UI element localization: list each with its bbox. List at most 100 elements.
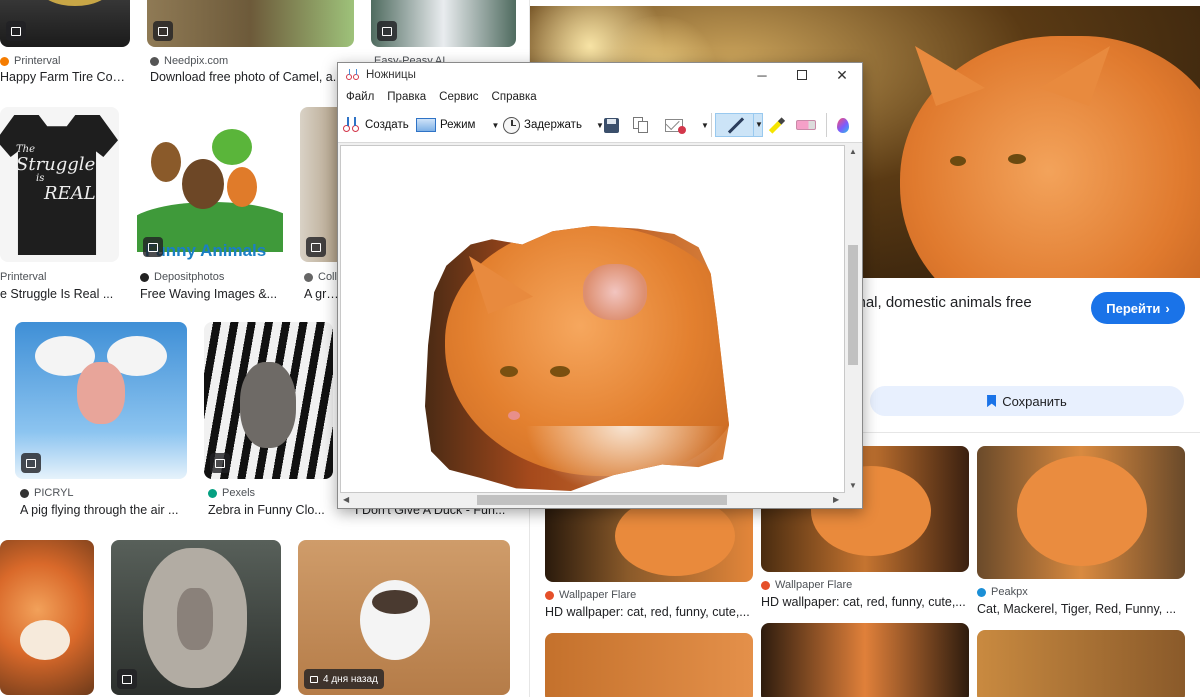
dropdown-arrow-icon: ▼ bbox=[755, 120, 763, 129]
related-image-4[interactable] bbox=[545, 633, 753, 697]
image-icon bbox=[21, 453, 41, 473]
image-result-funny-animals[interactable]: Funny Animals bbox=[137, 107, 283, 262]
result-caption[interactable]: e Struggle Is Real ... bbox=[0, 287, 118, 301]
copy-icon bbox=[633, 116, 648, 134]
result-source: Needpix.com bbox=[150, 55, 228, 67]
image-result-goat[interactable] bbox=[371, 0, 516, 47]
minimize-button[interactable]: ─ bbox=[743, 63, 781, 87]
result-caption[interactable]: A grou bbox=[304, 287, 340, 301]
horizontal-scrollbar[interactable]: ◀ ▶ bbox=[340, 493, 845, 507]
time-badge: 4 дня назад bbox=[304, 669, 384, 689]
image-icon bbox=[210, 453, 230, 473]
source-favicon-icon bbox=[304, 272, 313, 282]
scroll-up-icon[interactable]: ▲ bbox=[849, 147, 857, 156]
eraser-icon bbox=[796, 120, 816, 130]
image-icon bbox=[153, 21, 173, 41]
image-result-tire-cover[interactable] bbox=[0, 0, 130, 47]
eraser-button[interactable] bbox=[796, 113, 816, 137]
source-favicon-icon bbox=[977, 587, 986, 597]
delay-dropdown[interactable]: Задержать ▼ bbox=[503, 113, 604, 137]
image-result-tshirt[interactable]: The Struggle is REAL bbox=[0, 107, 119, 262]
highlighter-icon bbox=[768, 116, 786, 134]
source-favicon-icon bbox=[0, 56, 9, 66]
image-result-zebra[interactable] bbox=[204, 322, 333, 479]
window-title: Ножницы bbox=[366, 69, 416, 81]
related-image-5[interactable] bbox=[761, 623, 969, 697]
result-source: Wallpaper Flare bbox=[545, 589, 636, 601]
related-image-3[interactable] bbox=[977, 446, 1185, 579]
result-caption[interactable]: Cat, Mackerel, Tiger, Red, Funny, ... bbox=[977, 602, 1185, 616]
scrollbar-thumb[interactable] bbox=[848, 245, 858, 365]
menu-bar: Файл Правка Сервис Справка bbox=[338, 87, 862, 107]
close-button[interactable]: ✕ bbox=[823, 63, 861, 87]
save-snip-button[interactable] bbox=[604, 113, 619, 137]
image-result-flying-pig[interactable] bbox=[15, 322, 187, 479]
scroll-down-icon[interactable]: ▼ bbox=[849, 481, 857, 490]
maximize-icon bbox=[797, 70, 807, 80]
result-caption[interactable]: A pig flying through the air ... bbox=[20, 503, 186, 517]
result-caption[interactable]: HD wallpaper: cat, red, funny, cute,... bbox=[545, 605, 753, 619]
toolbar-separator bbox=[711, 113, 712, 137]
scrollbar-thumb[interactable] bbox=[477, 495, 727, 505]
chevron-right-icon: › bbox=[1165, 300, 1170, 316]
send-snip-button[interactable]: ▼ bbox=[665, 113, 709, 137]
vertical-scrollbar[interactable]: ▲ ▼ bbox=[845, 145, 861, 493]
image-icon bbox=[310, 675, 318, 683]
result-source: PICRYL bbox=[20, 487, 74, 499]
image-icon bbox=[6, 21, 26, 41]
funny-animals-text: Funny Animals bbox=[145, 241, 267, 260]
result-caption[interactable]: Happy Farm Tire Cov... bbox=[0, 70, 128, 84]
maximize-button[interactable] bbox=[783, 63, 821, 87]
result-source: Printerval bbox=[0, 55, 60, 67]
save-button[interactable]: Сохранить bbox=[870, 386, 1184, 416]
snipping-tool-window: Ножницы ─ ✕ Файл Правка Сервис Справка С… bbox=[337, 62, 863, 509]
scissors-icon bbox=[343, 117, 361, 133]
pen-tool-button[interactable]: ▼ bbox=[715, 113, 763, 137]
visit-button[interactable]: Перейти › bbox=[1091, 292, 1185, 324]
preview-title[interactable]: imal, domestic animals free bbox=[850, 294, 1032, 311]
tshirt-text: The Struggle is REAL bbox=[16, 144, 96, 204]
result-caption[interactable]: Free Waving Images &... bbox=[140, 287, 282, 301]
result-caption[interactable]: HD wallpaper: cat, red, funny, cute,... bbox=[761, 595, 969, 609]
result-source: Depositphotos bbox=[140, 271, 224, 283]
paint3d-button[interactable] bbox=[837, 113, 849, 137]
image-result-fox[interactable] bbox=[0, 540, 94, 695]
toolbar-separator bbox=[826, 113, 827, 137]
related-image-6[interactable] bbox=[977, 630, 1185, 697]
result-source: Peakpx bbox=[977, 586, 1028, 598]
menu-file[interactable]: Файл bbox=[346, 91, 374, 103]
new-snip-button[interactable]: Создать bbox=[343, 113, 409, 137]
dropdown-arrow-icon: ▼ bbox=[701, 120, 709, 130]
result-caption[interactable]: Download free photo of Camel, a... bbox=[150, 70, 350, 84]
menu-edit[interactable]: Правка bbox=[387, 91, 426, 103]
scroll-left-icon[interactable]: ◀ bbox=[343, 495, 349, 504]
image-result-koala[interactable] bbox=[111, 540, 281, 695]
result-caption[interactable]: Zebra in Funny Clo... bbox=[208, 503, 330, 517]
menu-help[interactable]: Справка bbox=[492, 91, 537, 103]
snip-canvas[interactable] bbox=[340, 145, 845, 493]
copy-button[interactable] bbox=[633, 113, 648, 137]
mode-dropdown[interactable]: Режим ▼ bbox=[416, 113, 499, 137]
image-result-puppy[interactable]: 4 дня назад bbox=[298, 540, 510, 695]
image-result-camel[interactable] bbox=[147, 0, 354, 47]
menu-tools[interactable]: Сервис bbox=[439, 91, 478, 103]
paint-drop-icon bbox=[837, 117, 849, 133]
source-favicon-icon bbox=[140, 272, 149, 282]
desktop-screen: Printerval Happy Farm Tire Cov... Needpi… bbox=[0, 0, 1200, 697]
image-icon bbox=[306, 237, 326, 257]
envelope-icon bbox=[665, 115, 686, 134]
source-favicon-icon bbox=[208, 488, 217, 498]
source-favicon-icon bbox=[761, 580, 770, 590]
mode-icon bbox=[416, 118, 436, 132]
source-favicon-icon bbox=[20, 488, 29, 498]
floppy-disk-icon bbox=[604, 117, 619, 133]
pen-icon bbox=[727, 116, 745, 134]
snipped-cat-image bbox=[425, 226, 729, 491]
dropdown-arrow-icon bbox=[753, 113, 754, 137]
scroll-right-icon[interactable]: ▶ bbox=[833, 495, 839, 504]
highlighter-button[interactable] bbox=[768, 113, 786, 137]
bookmark-icon bbox=[987, 395, 997, 407]
result-source: Pexels bbox=[208, 487, 255, 499]
scissors-icon bbox=[346, 69, 360, 81]
clock-icon bbox=[503, 116, 520, 134]
